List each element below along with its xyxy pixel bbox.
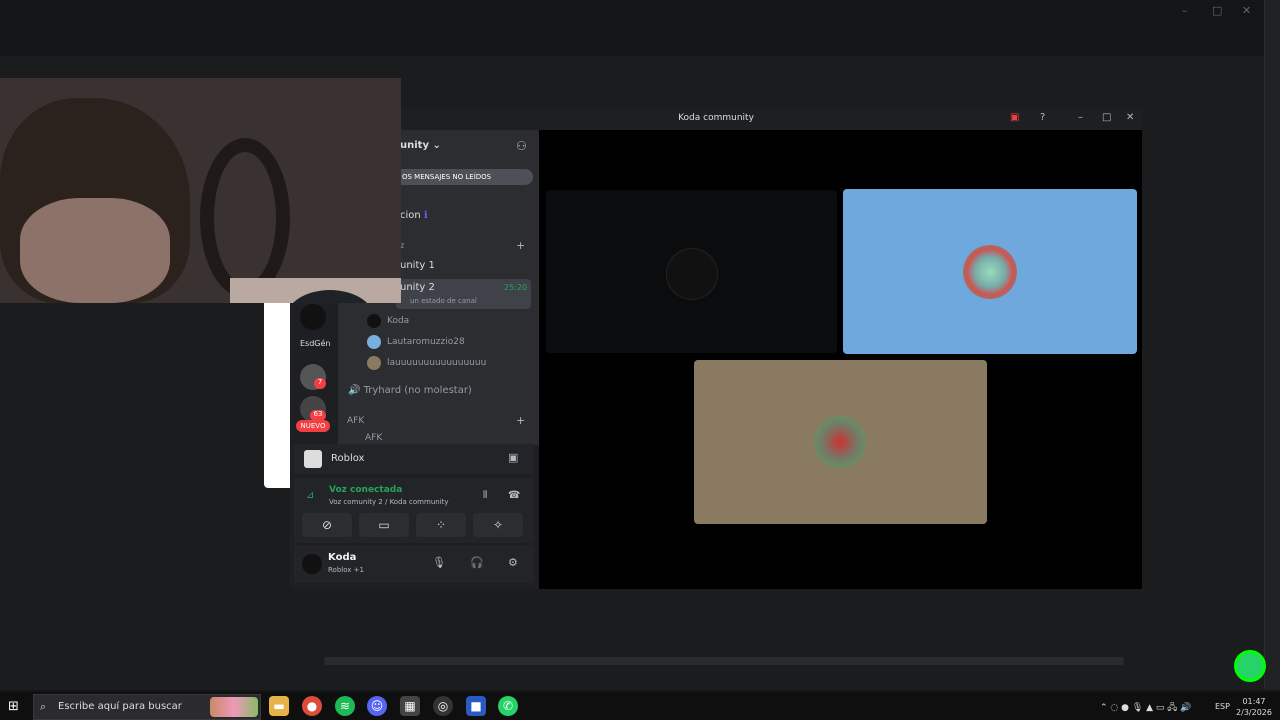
windows-icon[interactable]: ⊞ xyxy=(8,699,19,714)
voice-member[interactable]: lauuuuuuuuuuuuuuuu xyxy=(387,358,486,368)
activity-share-icon[interactable]: ▣ xyxy=(508,451,518,464)
avatar[interactable] xyxy=(302,554,322,574)
help-icon[interactable]: ? xyxy=(1040,112,1045,123)
search-box[interactable]: ⌕ Escribe aquí para buscar xyxy=(33,694,261,720)
signal-icon[interactable]: ⊿ xyxy=(306,490,314,501)
maximize-icon[interactable]: □ xyxy=(1102,112,1111,123)
search-placeholder: Escribe aquí para buscar xyxy=(58,701,182,712)
chrome-icon[interactable]: ● xyxy=(302,696,322,716)
horizontal-scrollbar[interactable] xyxy=(324,657,1124,665)
voice-member[interactable]: Koda xyxy=(387,316,409,326)
voice-detail[interactable]: Voz comunity 2 / Koda community xyxy=(329,498,449,506)
search-highlight-image xyxy=(210,697,258,717)
avatar[interactable] xyxy=(367,335,381,349)
avatar[interactable] xyxy=(367,314,381,328)
server-icon[interactable] xyxy=(300,304,326,330)
participant-tile[interactable] xyxy=(546,190,837,353)
search-icon: ⌕ xyxy=(40,700,47,713)
category-afk[interactable]: AFK xyxy=(347,416,364,426)
webcam-face xyxy=(20,198,170,303)
whatsapp-icon[interactable]: ✆ xyxy=(498,696,518,716)
soundboard-button[interactable]: ✧ xyxy=(473,513,523,537)
channel-announcement[interactable]: cion ℹ xyxy=(400,210,428,221)
file-explorer-icon[interactable]: ▬ xyxy=(269,696,289,716)
voice-channel-1[interactable]: unity 1 xyxy=(400,260,435,271)
username[interactable]: Koda xyxy=(328,552,356,563)
discord-window-title: Koda community xyxy=(678,113,754,123)
date: 2/3/2026 xyxy=(1236,708,1272,717)
camera-off-button[interactable]: ⊘ xyxy=(302,513,352,537)
store-icon[interactable]: ▦ xyxy=(400,696,420,716)
discord-icon[interactable]: ☺ xyxy=(367,696,387,716)
avatar xyxy=(666,248,718,300)
screen-share-button[interactable]: ▭ xyxy=(359,513,409,537)
disconnect-icon[interactable]: ☎ xyxy=(508,490,520,501)
app-icon[interactable]: ■ xyxy=(466,696,486,716)
webcam-fan xyxy=(200,138,290,298)
voice-status[interactable]: Voz conectada xyxy=(329,485,402,495)
popout-icon[interactable]: ▣ xyxy=(1010,112,1019,123)
server-label[interactable]: EsdGén xyxy=(300,339,331,348)
noise-suppression-icon[interactable]: ⫴ xyxy=(483,490,487,501)
server-name[interactable]: unity ⌄ xyxy=(400,140,441,151)
clock[interactable]: 01:47 2/3/2026 xyxy=(1232,696,1276,718)
add-channel-icon[interactable]: + xyxy=(516,414,525,427)
gear-icon[interactable]: ⚙ xyxy=(508,556,518,569)
language-indicator[interactable]: ESP xyxy=(1215,702,1230,711)
activity-name: Roblox xyxy=(331,453,365,464)
add-channel-icon[interactable]: + xyxy=(516,239,525,252)
minimize-icon[interactable]: – xyxy=(1078,112,1083,123)
notification-badge: 7 xyxy=(314,378,326,389)
channel-status[interactable]: un estado de canal xyxy=(410,297,477,305)
background-scrollbar[interactable] xyxy=(1264,0,1280,690)
activity-panel: Roblox ▣ xyxy=(294,444,534,474)
spotify-icon[interactable]: ≋ xyxy=(335,696,355,716)
webcam-overlay xyxy=(0,78,401,303)
close-icon[interactable]: ✕ xyxy=(1126,112,1134,123)
steam-icon[interactable]: ◎ xyxy=(433,696,453,716)
roblox-icon xyxy=(304,450,322,468)
voice-channel-2[interactable]: unity 2 xyxy=(400,282,435,293)
user-activity[interactable]: Roblox +1 xyxy=(328,566,364,574)
time: 01:47 xyxy=(1242,697,1266,706)
headphones-icon[interactable]: 🎧 xyxy=(470,556,484,569)
background-window-topbar xyxy=(0,0,1280,56)
voice-member[interactable]: Lautaromuzzio28 xyxy=(387,337,465,347)
unread-banner[interactable]: OS MENSAJES NO LEÍDOS xyxy=(378,169,533,185)
new-badge: NUEVO xyxy=(296,420,330,432)
add-member-icon[interactable]: ⚇ xyxy=(516,139,527,153)
minimize-icon[interactable]: – xyxy=(1182,4,1188,17)
microphone-icon[interactable]: 🎙 xyxy=(432,556,446,569)
call-timer: 25:20 xyxy=(504,283,528,292)
maximize-icon[interactable]: □ xyxy=(1212,4,1222,17)
close-icon[interactable]: ✕ xyxy=(1242,4,1251,17)
discord-titlebar: Koda community ▣ ? – □ ✕ xyxy=(290,109,1142,130)
user-panel: Koda Roblox +1 🎙 🎧 ⚙ xyxy=(294,545,534,583)
avatar[interactable] xyxy=(367,356,381,370)
whatsapp-float-icon[interactable] xyxy=(1234,650,1266,682)
activities-button[interactable]: ⁘ xyxy=(416,513,466,537)
participant-tile[interactable] xyxy=(843,189,1137,354)
participant-tile[interactable] xyxy=(694,360,987,524)
voice-channel-tryhard[interactable]: 🔊 Tryhard (no molestar) xyxy=(348,385,472,396)
system-tray[interactable]: ⌃ ◌ ● 🎙 ▲ ▭ 🖧 🔊 xyxy=(1100,700,1191,716)
avatar xyxy=(963,245,1017,299)
voice-channel-afk[interactable]: AFK xyxy=(365,433,382,443)
avatar xyxy=(814,416,866,468)
white-panel xyxy=(264,303,290,488)
